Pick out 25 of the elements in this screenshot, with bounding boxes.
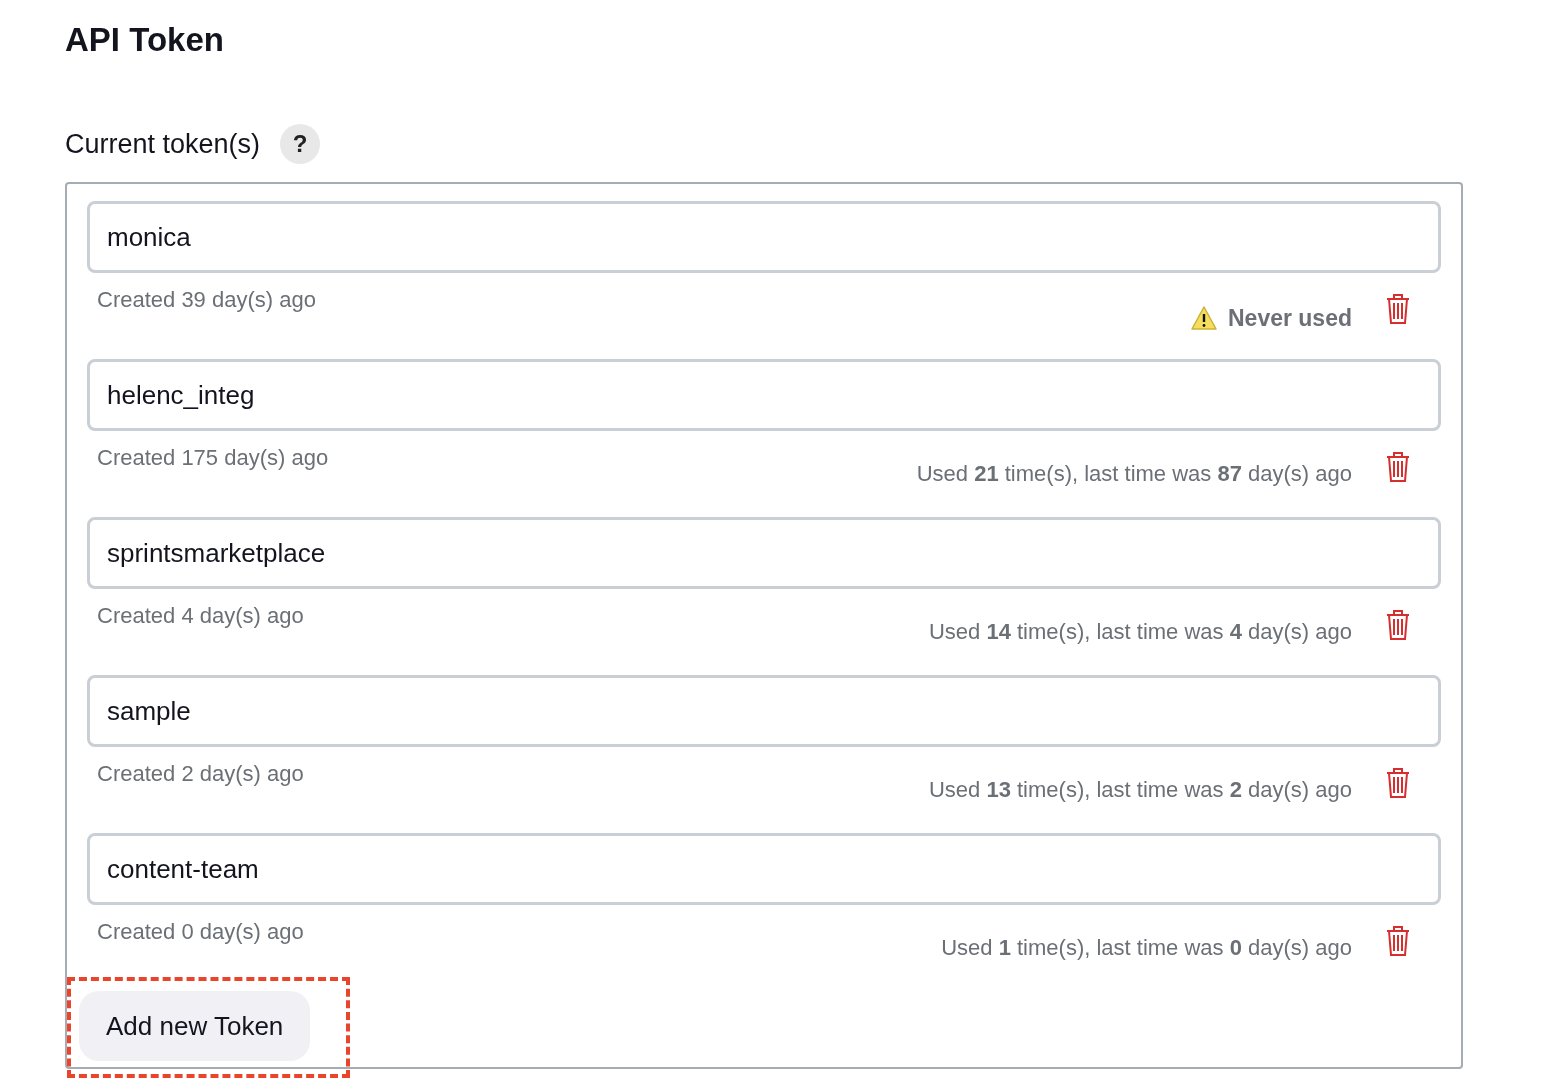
token-name-field[interactable]: content-team	[87, 833, 1441, 905]
token-name-field[interactable]: sprintsmarketplace	[87, 517, 1441, 589]
trash-icon[interactable]	[1385, 451, 1411, 483]
page-title: API Token	[65, 20, 224, 60]
token-name-field[interactable]: helenc_integ	[87, 359, 1441, 431]
created-text: Created 2 day(s) ago	[96, 760, 305, 787]
created-text: Created 175 day(s) ago	[96, 444, 330, 471]
add-token-button[interactable]: Add new Token	[79, 991, 311, 1061]
trash-icon[interactable]	[1385, 293, 1411, 325]
trash-icon[interactable]	[1385, 609, 1411, 641]
created-text: Created 0 day(s) ago	[96, 918, 305, 945]
token-name-field[interactable]: sample	[87, 675, 1441, 747]
usage-text: Used 21 time(s), last time was 87 day(s) ago	[916, 461, 1352, 487]
token-name-field[interactable]: monica	[87, 201, 1441, 273]
created-text: Created 39 day(s) ago	[96, 286, 317, 313]
section-label: Current token(s)	[65, 128, 261, 160]
usage-text: Used 13 time(s), last time was 2 day(s) ago	[928, 777, 1352, 803]
created-text: Created 4 day(s) ago	[96, 602, 305, 629]
trash-icon[interactable]	[1385, 767, 1411, 799]
usage-text: Used 1 time(s), last time was 0 day(s) ago	[941, 935, 1352, 961]
usage-status: Never used	[1228, 305, 1352, 332]
trash-icon[interactable]	[1385, 925, 1411, 957]
help-button[interactable]: ?	[280, 124, 321, 164]
usage-text: Used 14 time(s), last time was 4 day(s) ago	[928, 619, 1352, 645]
warning-icon	[1190, 305, 1218, 331]
